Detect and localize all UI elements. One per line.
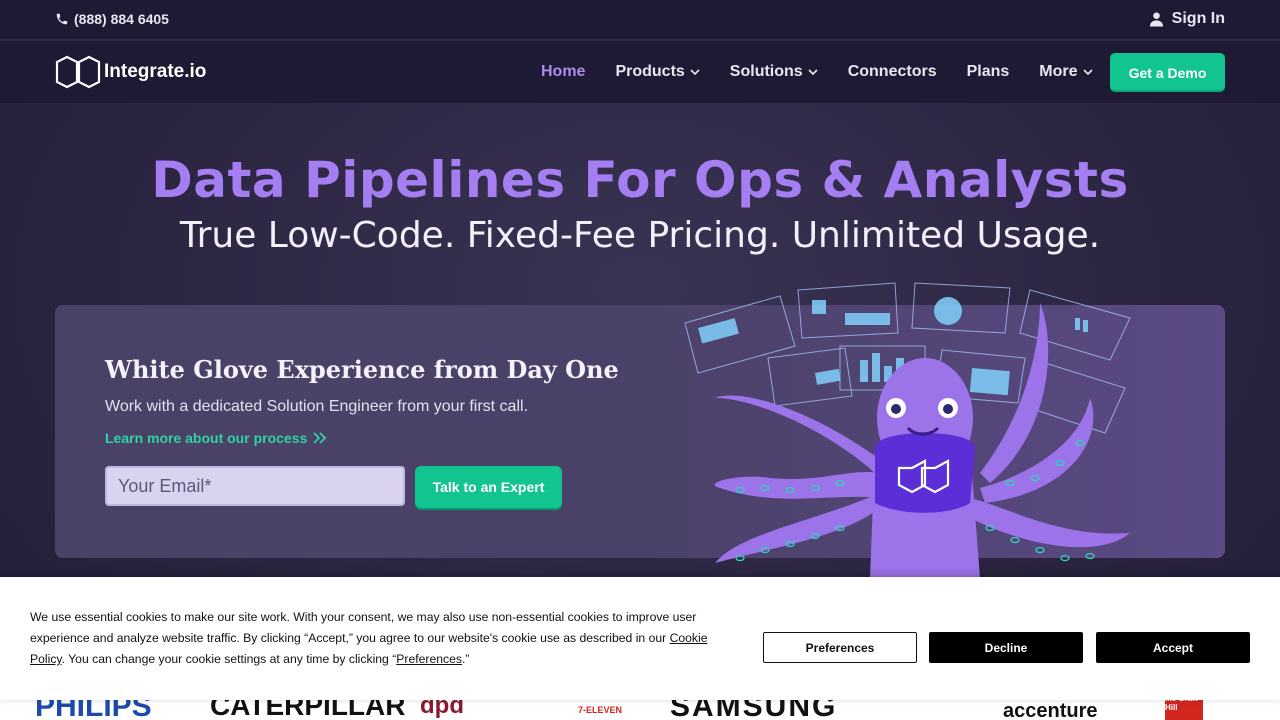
nav-home-label: Home (541, 63, 586, 80)
seven-eleven-logo: 7-ELEVEN (578, 705, 623, 715)
logo[interactable]: Integrate.io (55, 55, 206, 89)
talk-to-expert-button[interactable]: Talk to an Expert (415, 466, 562, 508)
nav-connectors[interactable]: Connectors (848, 63, 937, 81)
sign-in-link[interactable]: Sign In (1149, 10, 1225, 28)
nav-plans-label: Plans (966, 63, 1010, 80)
nav-home[interactable]: Home (541, 63, 585, 81)
decline-button[interactable]: Decline (929, 632, 1083, 663)
cookie-text-part-1: We use essential cookies to make our sit… (30, 610, 697, 645)
chevron-down-icon (690, 69, 700, 75)
preferences-button[interactable]: Preferences (763, 632, 917, 663)
nav-connectors-label: Connectors (847, 63, 937, 80)
hero-subtitle: True Low-Code. Fixed-Fee Pricing. Unlimi… (179, 215, 1101, 256)
phone-icon (56, 13, 68, 25)
chevron-down-icon (808, 69, 818, 75)
phone-link[interactable]: (888) 884 6405 (55, 11, 169, 27)
chevron-down-icon (1082, 69, 1093, 75)
sign-in-label: Sign In (1171, 10, 1225, 27)
get-demo-button[interactable]: Get a Demo (1110, 53, 1225, 92)
email-input[interactable] (105, 466, 405, 506)
cookie-text: We use essential cookies to make our sit… (30, 607, 740, 670)
nav-plans[interactable]: Plans (967, 63, 1010, 81)
nav-products[interactable]: Products (615, 63, 700, 81)
logo-text: Integrate.io (104, 61, 207, 82)
nav-links: Home Products Solutions Connectors Plans… (541, 63, 1123, 81)
cookie-banner: We use essential cookies to make our sit… (0, 577, 1280, 700)
integrate-logo-icon (55, 55, 101, 89)
hero-title: Data Pipelines For Ops & Analysts (151, 151, 1129, 209)
process-link-label: Learn more about our process (105, 430, 308, 446)
nav-solutions[interactable]: Solutions (730, 63, 818, 81)
user-icon (1149, 12, 1163, 27)
accenture-logo: accenture (1003, 700, 1098, 720)
card-text: Work with a dedicated Solution Engineer … (105, 398, 529, 415)
octopus-illustration (684, 282, 1131, 578)
nav-more[interactable]: More (1039, 63, 1093, 81)
cookie-text-part-2: . You can change your cookie settings at… (61, 652, 397, 666)
cookie-preferences-link[interactable]: Preferences (396, 652, 462, 666)
main-nav: Integrate.io Home Products Solutions Con… (0, 41, 1280, 103)
card-title: White Glove Experience from Day One (105, 355, 619, 384)
accept-button[interactable]: Accept (1096, 632, 1250, 663)
phone-number: (888) 884 6405 (74, 11, 169, 27)
nav-solutions-label: Solutions (729, 63, 803, 80)
cookie-text-part-3: .” (462, 652, 470, 666)
process-link[interactable]: Learn more about our process (105, 430, 327, 446)
double-chevron-right-icon (313, 432, 327, 444)
nav-more-label: More (1039, 63, 1078, 80)
top-bar: (888) 884 6405 Sign In (0, 0, 1280, 40)
nav-products-label: Products (615, 63, 685, 80)
